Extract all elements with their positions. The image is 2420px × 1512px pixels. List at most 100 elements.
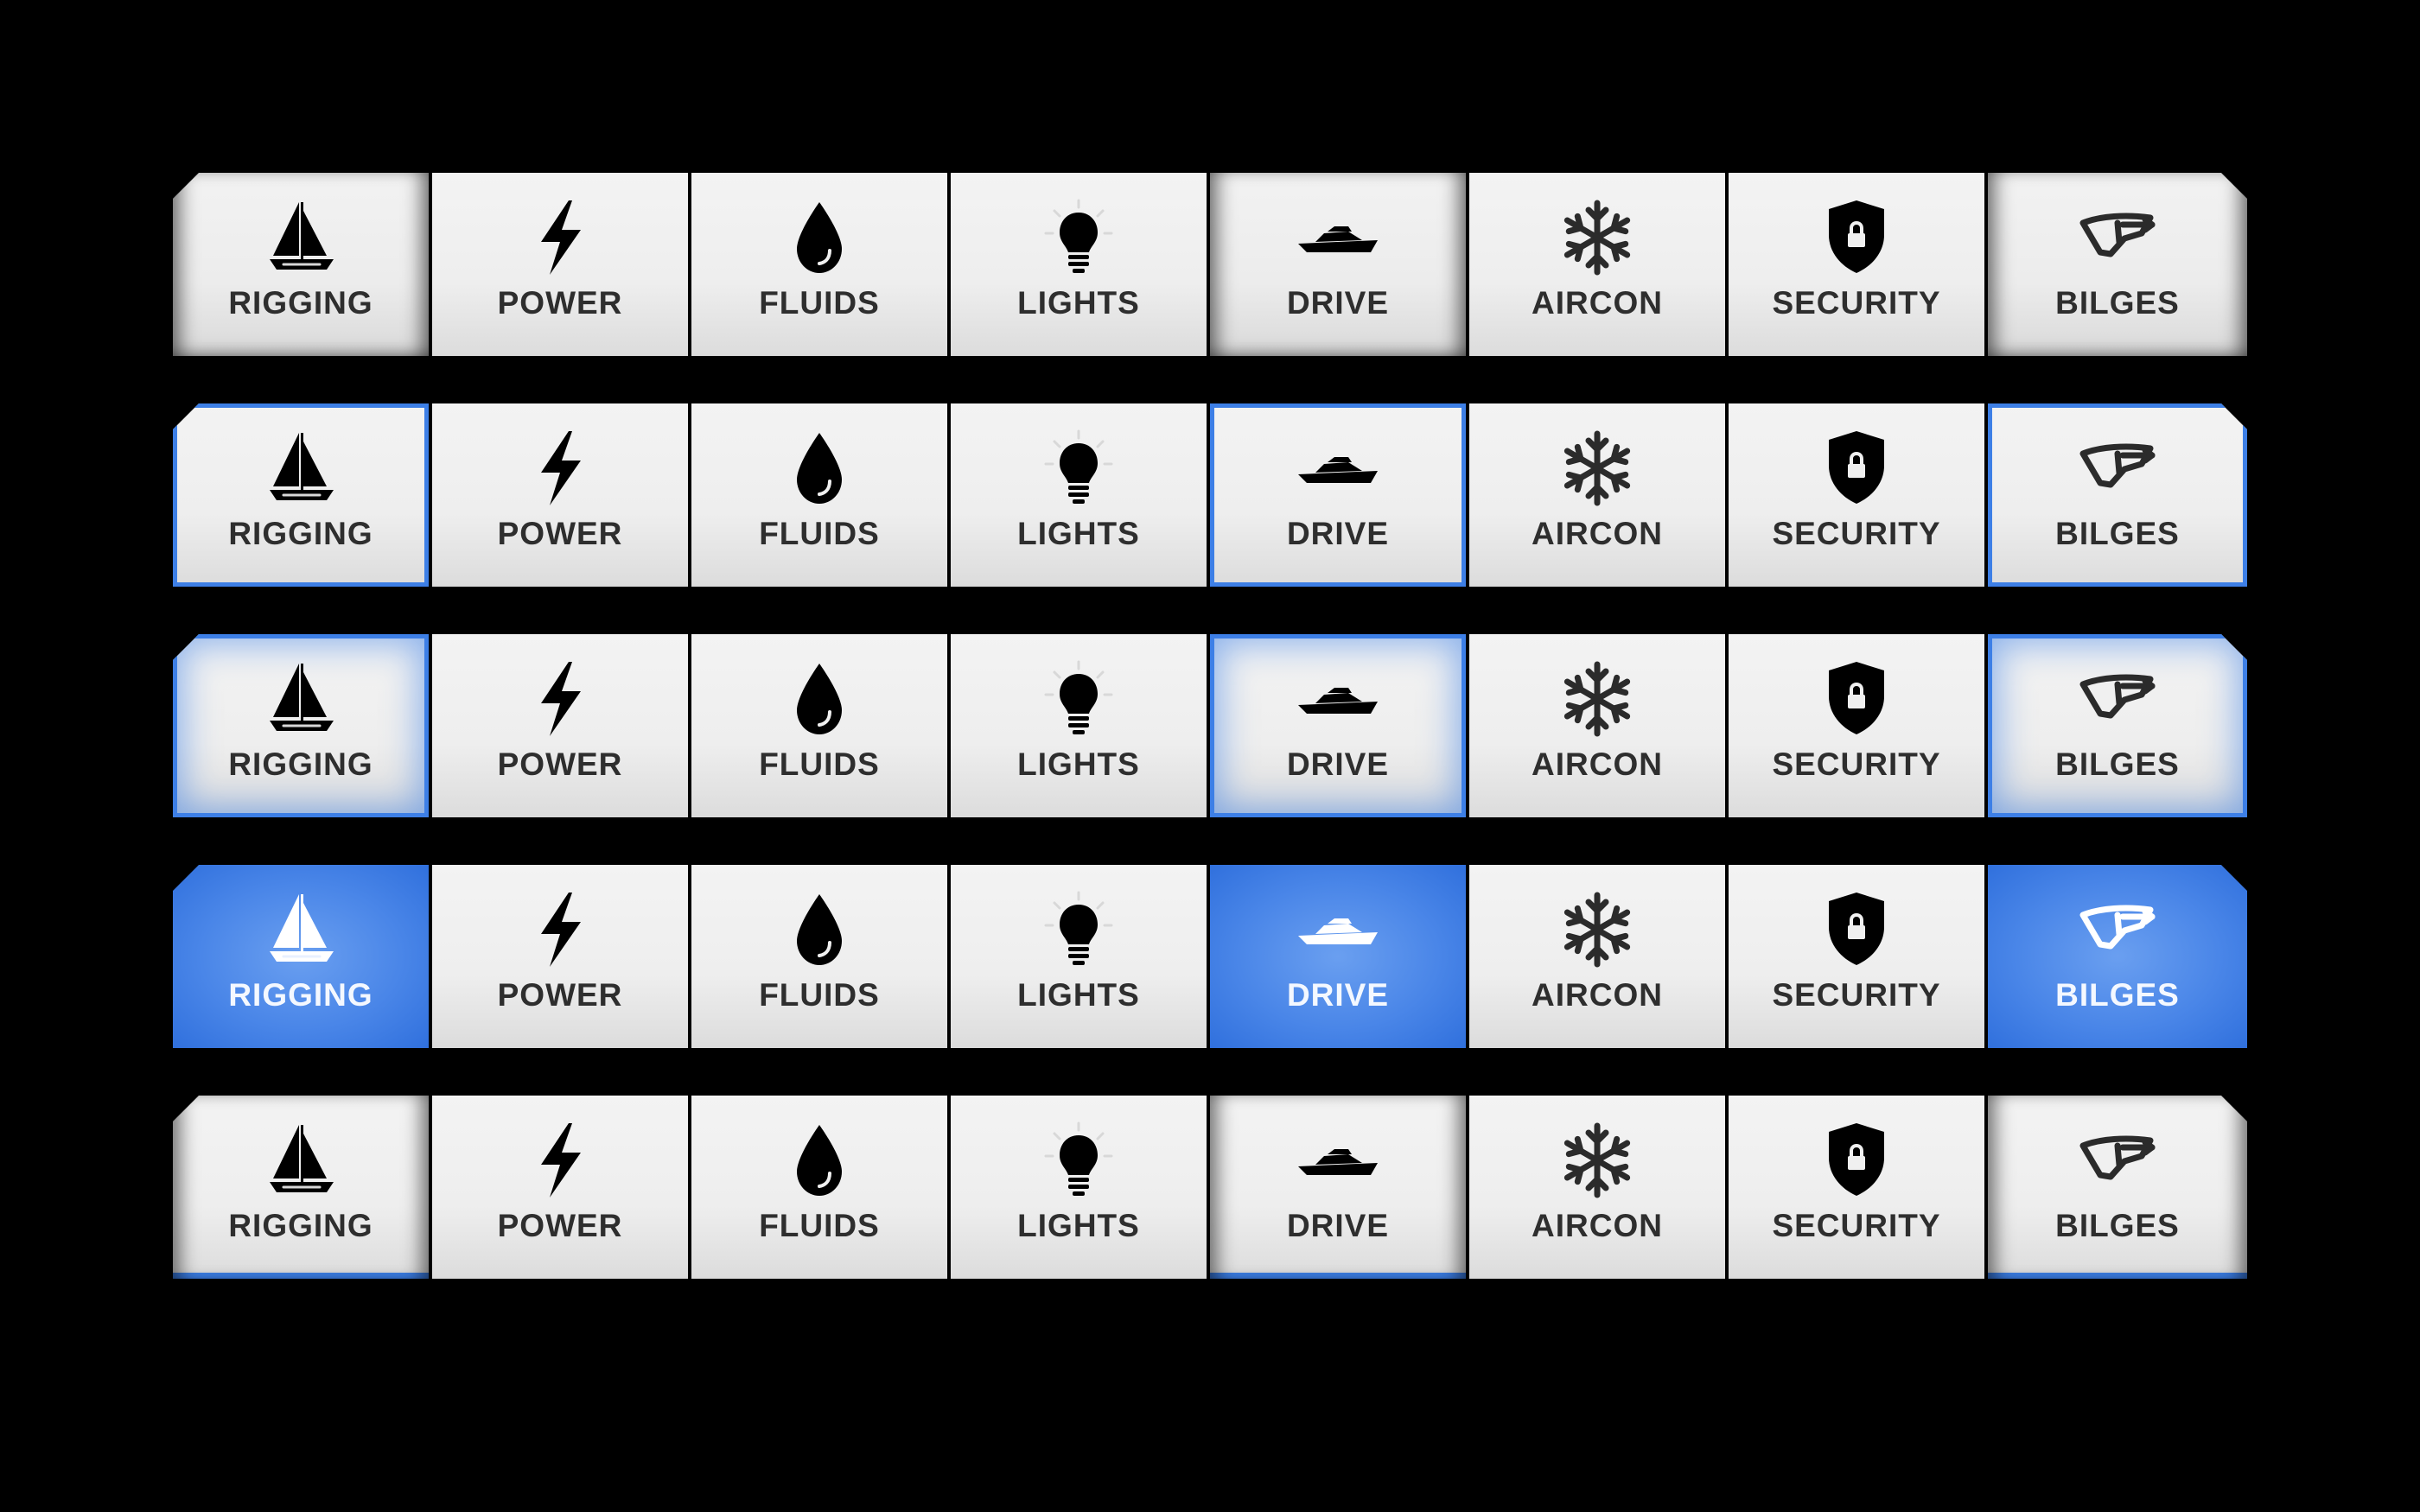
- nav-button-security[interactable]: SECURITY: [1729, 1096, 1988, 1279]
- nav-button-rigging[interactable]: RIGGING: [173, 865, 432, 1048]
- motor-yacht-icon: [1295, 660, 1381, 738]
- lightning-icon: [517, 1121, 603, 1199]
- motor-yacht-icon: [1298, 688, 1378, 714]
- shield-lock-icon: [1829, 200, 1884, 273]
- nav-button-label: FLUIDS: [759, 285, 880, 321]
- nav-button-fluids[interactable]: FLUIDS: [691, 1096, 951, 1279]
- nav-button-label: LIGHTS: [1017, 977, 1140, 1013]
- nav-button-fluids[interactable]: FLUIDS: [691, 173, 951, 356]
- nav-button-rigging[interactable]: RIGGING: [173, 173, 432, 356]
- nav-button-bilges[interactable]: BILGES: [1988, 634, 2247, 817]
- sailboat-icon: [270, 202, 334, 270]
- nav-button-drive[interactable]: DRIVE: [1210, 865, 1469, 1048]
- shield-lock-icon: [1829, 893, 1884, 965]
- nav-button-label: AIRCON: [1532, 285, 1663, 321]
- nav-button-label: AIRCON: [1532, 1208, 1663, 1243]
- bilge-pump-icon: [2074, 199, 2161, 276]
- nav-button-label: DRIVE: [1286, 285, 1390, 321]
- lightning-icon: [517, 429, 603, 507]
- nav-button-fluids[interactable]: FLUIDS: [691, 865, 951, 1048]
- nav-button-rigging[interactable]: RIGGING: [173, 403, 432, 587]
- snowflake-icon: [1554, 891, 1640, 969]
- nav-button-security[interactable]: SECURITY: [1729, 173, 1988, 356]
- nav-button-fluids[interactable]: FLUIDS: [691, 403, 951, 587]
- nav-button-bilges[interactable]: BILGES: [1988, 1096, 2247, 1279]
- nav-button-power[interactable]: POWER: [432, 634, 691, 817]
- nav-button-label: SECURITY: [1772, 1208, 1941, 1243]
- nav-button-lights[interactable]: LIGHTS: [951, 865, 1210, 1048]
- snowflake-icon: [1563, 892, 1631, 968]
- nav-button-bilges[interactable]: BILGES: [1988, 403, 2247, 587]
- nav-button-lights[interactable]: LIGHTS: [951, 634, 1210, 817]
- nav-button-rigging[interactable]: RIGGING: [173, 1096, 432, 1279]
- nav-button-security[interactable]: SECURITY: [1729, 403, 1988, 587]
- nav-button-label: POWER: [497, 977, 623, 1013]
- nav-button-label: BILGES: [2055, 977, 2180, 1013]
- lightbulb-icon: [1044, 1121, 1113, 1196]
- nav-button-label: POWER: [497, 285, 623, 321]
- nav-button-drive[interactable]: DRIVE: [1210, 403, 1469, 587]
- droplet-icon: [776, 429, 863, 507]
- nav-button-drive[interactable]: DRIVE: [1210, 1096, 1469, 1279]
- nav-bar-underline: RIGGING POWER FLUIDS LIGHTS DRIVE AIRCON…: [173, 1096, 2247, 1279]
- sailboat-icon: [258, 891, 344, 969]
- nav-button-label: BILGES: [2055, 285, 2180, 321]
- lightning-icon: [541, 431, 581, 505]
- nav-button-power[interactable]: POWER: [432, 865, 691, 1048]
- nav-button-label: LIGHTS: [1017, 516, 1140, 551]
- nav-button-aircon[interactable]: AIRCON: [1469, 173, 1729, 356]
- nav-button-aircon[interactable]: AIRCON: [1469, 1096, 1729, 1279]
- nav-button-label: SECURITY: [1772, 746, 1941, 782]
- nav-button-security[interactable]: SECURITY: [1729, 865, 1988, 1048]
- lightbulb-icon: [1035, 891, 1122, 969]
- bilge-pump-icon: [2074, 1121, 2161, 1199]
- shield-lock-icon: [1813, 891, 1900, 969]
- nav-button-label: LIGHTS: [1017, 285, 1140, 321]
- nav-button-power[interactable]: POWER: [432, 1096, 691, 1279]
- nav-button-label: RIGGING: [228, 746, 373, 782]
- lightning-icon: [517, 891, 603, 969]
- nav-button-bilges[interactable]: BILGES: [1988, 865, 2247, 1048]
- sailboat-icon: [270, 664, 334, 731]
- shield-lock-icon: [1829, 662, 1884, 734]
- sailboat-icon: [258, 429, 344, 507]
- droplet-icon: [797, 664, 842, 734]
- nav-button-label: SECURITY: [1772, 516, 1941, 551]
- nav-bar-shadow: RIGGING POWER FLUIDS LIGHTS DRIVE AIRCON…: [173, 173, 2247, 356]
- sailboat-icon: [258, 199, 344, 276]
- snowflake-icon: [1563, 661, 1631, 737]
- nav-button-label: DRIVE: [1286, 746, 1390, 782]
- nav-button-drive[interactable]: DRIVE: [1210, 173, 1469, 356]
- snowflake-icon: [1563, 1122, 1631, 1198]
- nav-button-label: AIRCON: [1532, 516, 1663, 551]
- nav-button-lights[interactable]: LIGHTS: [951, 1096, 1210, 1279]
- nav-button-security[interactable]: SECURITY: [1729, 634, 1988, 817]
- lightbulb-icon: [1044, 660, 1113, 734]
- bilge-pump-icon: [2074, 429, 2161, 507]
- bilge-pump-icon: [2074, 891, 2161, 969]
- lightning-icon: [541, 893, 581, 967]
- lightbulb-icon: [1044, 429, 1113, 504]
- lightbulb-icon: [1044, 199, 1113, 273]
- nav-button-fluids[interactable]: FLUIDS: [691, 634, 951, 817]
- bilge-pump-icon: [2074, 660, 2161, 738]
- motor-yacht-icon: [1298, 918, 1378, 944]
- nav-button-power[interactable]: POWER: [432, 403, 691, 587]
- lightbulb-icon: [1035, 429, 1122, 507]
- nav-button-label: SECURITY: [1772, 977, 1941, 1013]
- nav-button-lights[interactable]: LIGHTS: [951, 173, 1210, 356]
- nav-button-power[interactable]: POWER: [432, 173, 691, 356]
- nav-button-aircon[interactable]: AIRCON: [1469, 634, 1729, 817]
- nav-button-aircon[interactable]: AIRCON: [1469, 403, 1729, 587]
- nav-button-drive[interactable]: DRIVE: [1210, 634, 1469, 817]
- lightning-icon: [517, 199, 603, 276]
- nav-button-lights[interactable]: LIGHTS: [951, 403, 1210, 587]
- nav-button-label: LIGHTS: [1017, 1208, 1140, 1243]
- nav-button-aircon[interactable]: AIRCON: [1469, 865, 1729, 1048]
- nav-button-rigging[interactable]: RIGGING: [173, 634, 432, 817]
- nav-button-label: BILGES: [2055, 746, 2180, 782]
- motor-yacht-icon: [1295, 429, 1381, 507]
- droplet-icon: [776, 891, 863, 969]
- nav-button-bilges[interactable]: BILGES: [1988, 173, 2247, 356]
- nav-button-label: BILGES: [2055, 1208, 2180, 1243]
